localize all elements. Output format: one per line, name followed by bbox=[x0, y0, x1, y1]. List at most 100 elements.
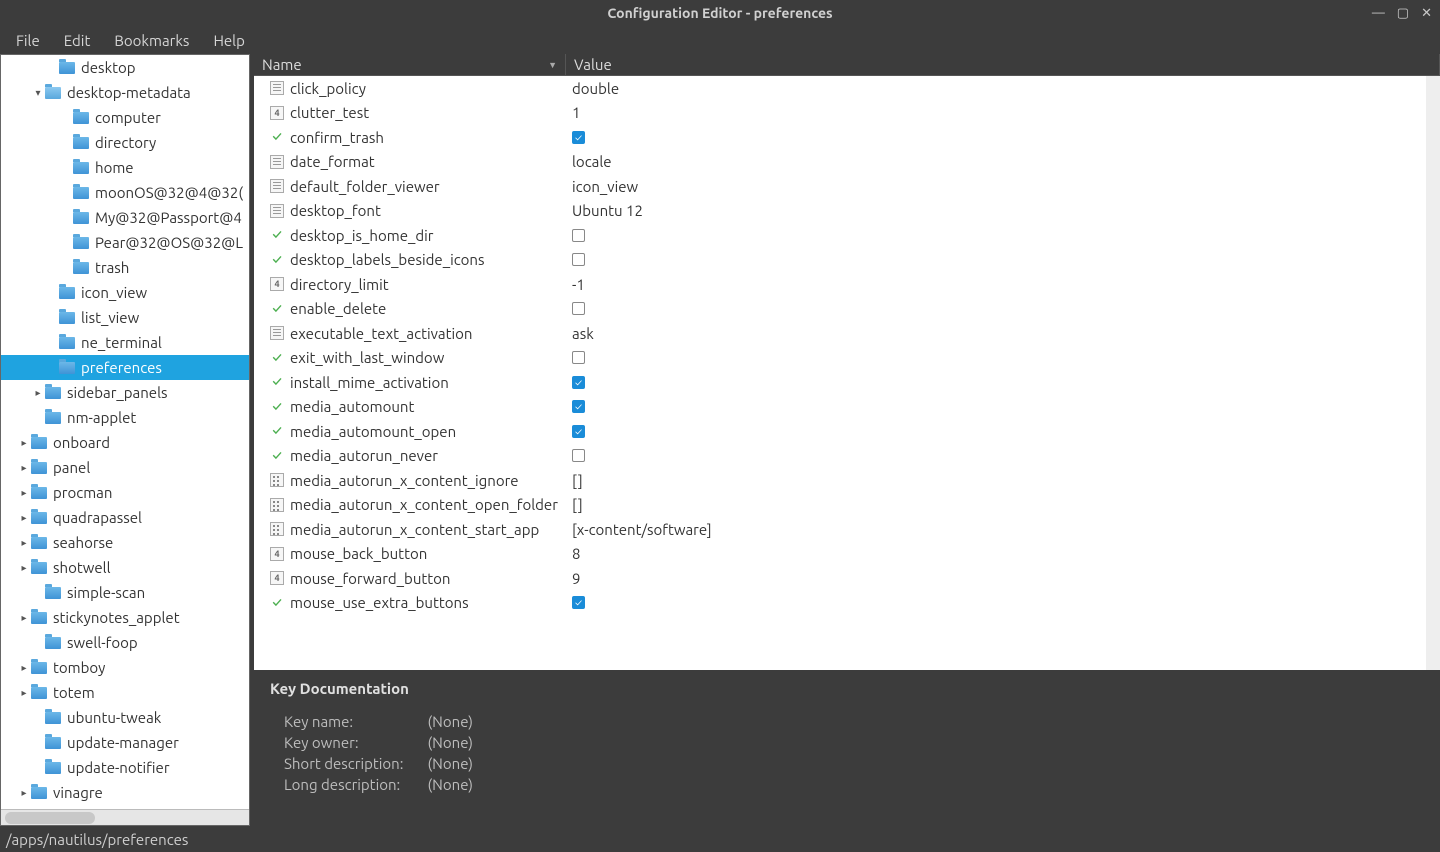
table-row[interactable]: ✓enable_delete bbox=[254, 297, 1440, 322]
checkbox[interactable] bbox=[572, 229, 585, 242]
table-row[interactable]: ✓media_autorun_never bbox=[254, 444, 1440, 469]
checkbox[interactable] bbox=[572, 131, 585, 144]
expander-icon[interactable]: ▸ bbox=[17, 512, 31, 524]
expander-icon[interactable]: ▾ bbox=[31, 87, 45, 99]
cell-value[interactable] bbox=[566, 596, 1440, 609]
table-row[interactable]: media_autorun_x_content_open_folder[] bbox=[254, 493, 1440, 518]
menu-edit[interactable]: Edit bbox=[54, 30, 101, 51]
checkbox[interactable] bbox=[572, 351, 585, 364]
cell-value[interactable]: 8 bbox=[566, 545, 1440, 562]
cell-value[interactable]: -1 bbox=[566, 276, 1440, 293]
table-vscrollbar[interactable] bbox=[1426, 76, 1440, 670]
table-row[interactable]: media_autorun_x_content_ignore[] bbox=[254, 468, 1440, 493]
cell-value[interactable]: locale bbox=[566, 153, 1440, 170]
table-row[interactable]: ✓exit_with_last_window bbox=[254, 346, 1440, 371]
table-row[interactable]: 4clutter_test1 bbox=[254, 101, 1440, 126]
table-row[interactable]: ✓confirm_trash bbox=[254, 125, 1440, 150]
expander-icon[interactable]: ▸ bbox=[17, 787, 31, 799]
tree-item-moonos-32-4-32-[interactable]: moonOS@32@4@32( bbox=[1, 180, 249, 205]
cell-value[interactable]: 9 bbox=[566, 570, 1440, 587]
tree-item-my-32-passport-4[interactable]: My@32@Passport@4 bbox=[1, 205, 249, 230]
tree-item-procman[interactable]: ▸procman bbox=[1, 480, 249, 505]
table-row[interactable]: ✓desktop_is_home_dir bbox=[254, 223, 1440, 248]
expander-icon[interactable]: ▸ bbox=[17, 562, 31, 574]
expander-icon[interactable]: ▸ bbox=[17, 437, 31, 449]
tree-item-tomboy[interactable]: ▸tomboy bbox=[1, 655, 249, 680]
cell-value[interactable]: [] bbox=[566, 496, 1440, 513]
tree-hscrollbar[interactable] bbox=[1, 809, 249, 825]
cell-value[interactable]: Ubuntu 12 bbox=[566, 202, 1440, 219]
cell-value[interactable] bbox=[566, 302, 1440, 315]
tree[interactable]: desktop▾desktop-metadatacomputerdirector… bbox=[1, 55, 249, 809]
cell-value[interactable] bbox=[566, 229, 1440, 242]
expander-icon[interactable]: ▸ bbox=[17, 687, 31, 699]
expander-icon[interactable]: ▸ bbox=[17, 537, 31, 549]
cell-value[interactable] bbox=[566, 400, 1440, 413]
tree-item-home[interactable]: home bbox=[1, 155, 249, 180]
tree-item-preferences[interactable]: preferences bbox=[1, 355, 249, 380]
tree-item-computer[interactable]: computer bbox=[1, 105, 249, 130]
checkbox[interactable] bbox=[572, 425, 585, 438]
minimize-icon[interactable]: — bbox=[1372, 6, 1385, 20]
table-row[interactable]: click_policydouble bbox=[254, 76, 1440, 101]
expander-icon[interactable]: ▸ bbox=[17, 612, 31, 624]
cell-value[interactable]: 1 bbox=[566, 104, 1440, 121]
menu-help[interactable]: Help bbox=[203, 30, 254, 51]
tree-item-onboard[interactable]: ▸onboard bbox=[1, 430, 249, 455]
tree-item-seahorse[interactable]: ▸seahorse bbox=[1, 530, 249, 555]
cell-value[interactable] bbox=[566, 449, 1440, 462]
tree-item-stickynotes-applet[interactable]: ▸stickynotes_applet bbox=[1, 605, 249, 630]
scrollbar-thumb[interactable] bbox=[5, 812, 95, 824]
checkbox[interactable] bbox=[572, 596, 585, 609]
cell-value[interactable] bbox=[566, 131, 1440, 144]
expander-icon[interactable]: ▸ bbox=[17, 462, 31, 474]
tree-item-directory[interactable]: directory bbox=[1, 130, 249, 155]
checkbox[interactable] bbox=[572, 376, 585, 389]
table-row[interactable]: date_formatlocale bbox=[254, 150, 1440, 175]
tree-item-shotwell[interactable]: ▸shotwell bbox=[1, 555, 249, 580]
table-row[interactable]: ✓mouse_use_extra_buttons bbox=[254, 591, 1440, 616]
tree-item-update-manager[interactable]: update-manager bbox=[1, 730, 249, 755]
cell-value[interactable] bbox=[566, 376, 1440, 389]
cell-value[interactable] bbox=[566, 351, 1440, 364]
table-row[interactable]: 4mouse_back_button8 bbox=[254, 542, 1440, 567]
cell-value[interactable]: ask bbox=[566, 325, 1440, 342]
tree-item-list-view[interactable]: list_view bbox=[1, 305, 249, 330]
close-icon[interactable]: ✕ bbox=[1421, 6, 1432, 21]
checkbox[interactable] bbox=[572, 400, 585, 413]
checkbox[interactable] bbox=[572, 302, 585, 315]
tree-item-icon-view[interactable]: icon_view bbox=[1, 280, 249, 305]
table-row[interactable]: ✓media_automount bbox=[254, 395, 1440, 420]
maximize-icon[interactable]: ▢ bbox=[1397, 6, 1409, 21]
table-row[interactable]: ✓media_automount_open bbox=[254, 419, 1440, 444]
column-value[interactable]: Value bbox=[566, 54, 1440, 75]
table-row[interactable]: media_autorun_x_content_start_app[x-cont… bbox=[254, 517, 1440, 542]
cell-value[interactable] bbox=[566, 425, 1440, 438]
table-row[interactable]: executable_text_activationask bbox=[254, 321, 1440, 346]
cell-value[interactable] bbox=[566, 253, 1440, 266]
checkbox[interactable] bbox=[572, 253, 585, 266]
table-row[interactable]: default_folder_viewericon_view bbox=[254, 174, 1440, 199]
menu-bookmarks[interactable]: Bookmarks bbox=[104, 30, 199, 51]
table-row[interactable]: ✓install_mime_activation bbox=[254, 370, 1440, 395]
menu-file[interactable]: File bbox=[6, 30, 50, 51]
tree-item-panel[interactable]: ▸panel bbox=[1, 455, 249, 480]
tree-item-pear-32-os-32-l[interactable]: Pear@32@OS@32@L bbox=[1, 230, 249, 255]
tree-item-desktop-metadata[interactable]: ▾desktop-metadata bbox=[1, 80, 249, 105]
tree-item-vinagre[interactable]: ▸vinagre bbox=[1, 780, 249, 805]
cell-value[interactable]: [] bbox=[566, 472, 1440, 489]
table-row[interactable]: 4directory_limit-1 bbox=[254, 272, 1440, 297]
table-row[interactable]: desktop_fontUbuntu 12 bbox=[254, 199, 1440, 224]
cell-value[interactable]: double bbox=[566, 80, 1440, 97]
cell-value[interactable]: [x-content/software] bbox=[566, 521, 1440, 538]
cell-value[interactable]: icon_view bbox=[566, 178, 1440, 195]
expander-icon[interactable]: ▸ bbox=[17, 662, 31, 674]
checkbox[interactable] bbox=[572, 449, 585, 462]
tree-item-ubuntu-tweak[interactable]: ubuntu-tweak bbox=[1, 705, 249, 730]
expander-icon[interactable]: ▸ bbox=[31, 387, 45, 399]
column-name[interactable]: Name ▼ bbox=[254, 54, 566, 75]
table-body[interactable]: click_policydouble4clutter_test1✓confirm… bbox=[254, 76, 1440, 670]
expander-icon[interactable]: ▸ bbox=[17, 487, 31, 499]
tree-item-desktop[interactable]: desktop bbox=[1, 55, 249, 80]
tree-item-totem[interactable]: ▸totem bbox=[1, 680, 249, 705]
